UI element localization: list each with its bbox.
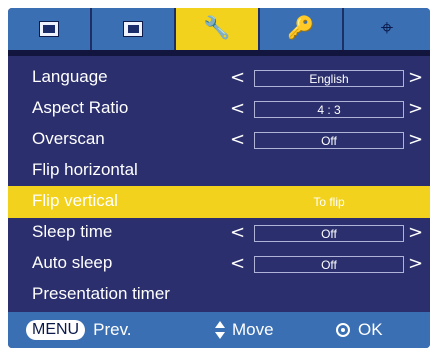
inputs-tab[interactable]: ⌖ (344, 8, 430, 50)
monitor-icon (39, 21, 59, 37)
screen-tab[interactable] (92, 8, 176, 50)
right-arrow-icon[interactable]: > (408, 253, 423, 274)
settings-tab[interactable]: 🔧 (176, 8, 260, 50)
left-arrow-icon[interactable]: < (230, 129, 245, 150)
right-arrow-icon[interactable]: > (408, 98, 423, 119)
right-arrow-icon[interactable]: > (408, 67, 423, 88)
sleep-time-value: Off (254, 225, 404, 242)
right-arrow-icon[interactable]: > (408, 129, 423, 150)
osd-window: 🔧 🔑 ⌖ Language < English > Aspect Ratio … (0, 0, 442, 355)
footer-bar: MENU Prev. Move OK (8, 312, 430, 348)
language-value: English (254, 70, 404, 87)
settings-list: Language < English > Aspect Ratio < 4 : … (8, 56, 430, 314)
menu-item-overscan[interactable]: Overscan < Off > (8, 124, 430, 156)
menu-item-presentation-timer[interactable]: Presentation timer (8, 279, 430, 311)
left-arrow-icon[interactable]: < (230, 253, 245, 274)
menu-item-label: Sleep time (32, 222, 113, 241)
wrench-icon: 🔧 (203, 16, 231, 41)
ok-hint-label: OK (358, 320, 383, 339)
auto-sleep-value: Off (254, 256, 404, 273)
left-arrow-icon[interactable]: < (230, 67, 245, 88)
key-icon: 🔑 (287, 16, 315, 41)
overscan-value: Off (254, 132, 404, 149)
up-down-arrows-icon (214, 321, 226, 339)
menu-item-label: Flip vertical (32, 191, 118, 210)
footer-ok-hint[interactable]: OK (336, 318, 383, 342)
menu-item-label: Overscan (32, 129, 105, 148)
aspect-ratio-value: 4 : 3 (254, 101, 404, 118)
picture-tab[interactable] (8, 8, 92, 50)
menu-item-label: Flip horizontal (32, 160, 138, 179)
footer-move-hint: Move (214, 318, 274, 342)
monitor-small-icon (123, 21, 143, 37)
menu-item-label: Language (32, 67, 108, 86)
menu-item-flip-vertical[interactable]: Flip vertical To flip (8, 186, 430, 218)
ok-icon (336, 323, 350, 337)
menu-item-label: Auto sleep (32, 253, 113, 272)
menu-hint-label: Prev. (93, 320, 132, 339)
left-arrow-icon[interactable]: < (230, 222, 245, 243)
settings-menu-panel: 🔧 🔑 ⌖ Language < English > Aspect Ratio … (8, 8, 430, 348)
menu-item-auto-sleep[interactable]: Auto sleep < Off > (8, 248, 430, 280)
options-tab[interactable]: 🔑 (260, 8, 344, 50)
footer-menu-hint[interactable]: MENU Prev. (26, 318, 132, 342)
right-arrow-icon[interactable]: > (408, 222, 423, 243)
flip-vertical-action[interactable]: To flip (254, 194, 404, 211)
left-arrow-icon[interactable]: < (230, 98, 245, 119)
menu-item-flip-horizontal[interactable]: Flip horizontal (8, 155, 430, 187)
menu-item-label: Aspect Ratio (32, 98, 129, 117)
menu-item-label: Presentation timer (32, 284, 170, 303)
menu-item-aspect-ratio[interactable]: Aspect Ratio < 4 : 3 > (8, 93, 430, 125)
input-icon: ⌖ (380, 16, 394, 41)
move-hint-label: Move (232, 320, 274, 339)
menu-item-sleep-time[interactable]: Sleep time < Off > (8, 217, 430, 249)
menu-item-language[interactable]: Language < English > (8, 62, 430, 94)
menu-key-badge: MENU (26, 320, 86, 340)
menu-tab-bar: 🔧 🔑 ⌖ (8, 8, 430, 50)
